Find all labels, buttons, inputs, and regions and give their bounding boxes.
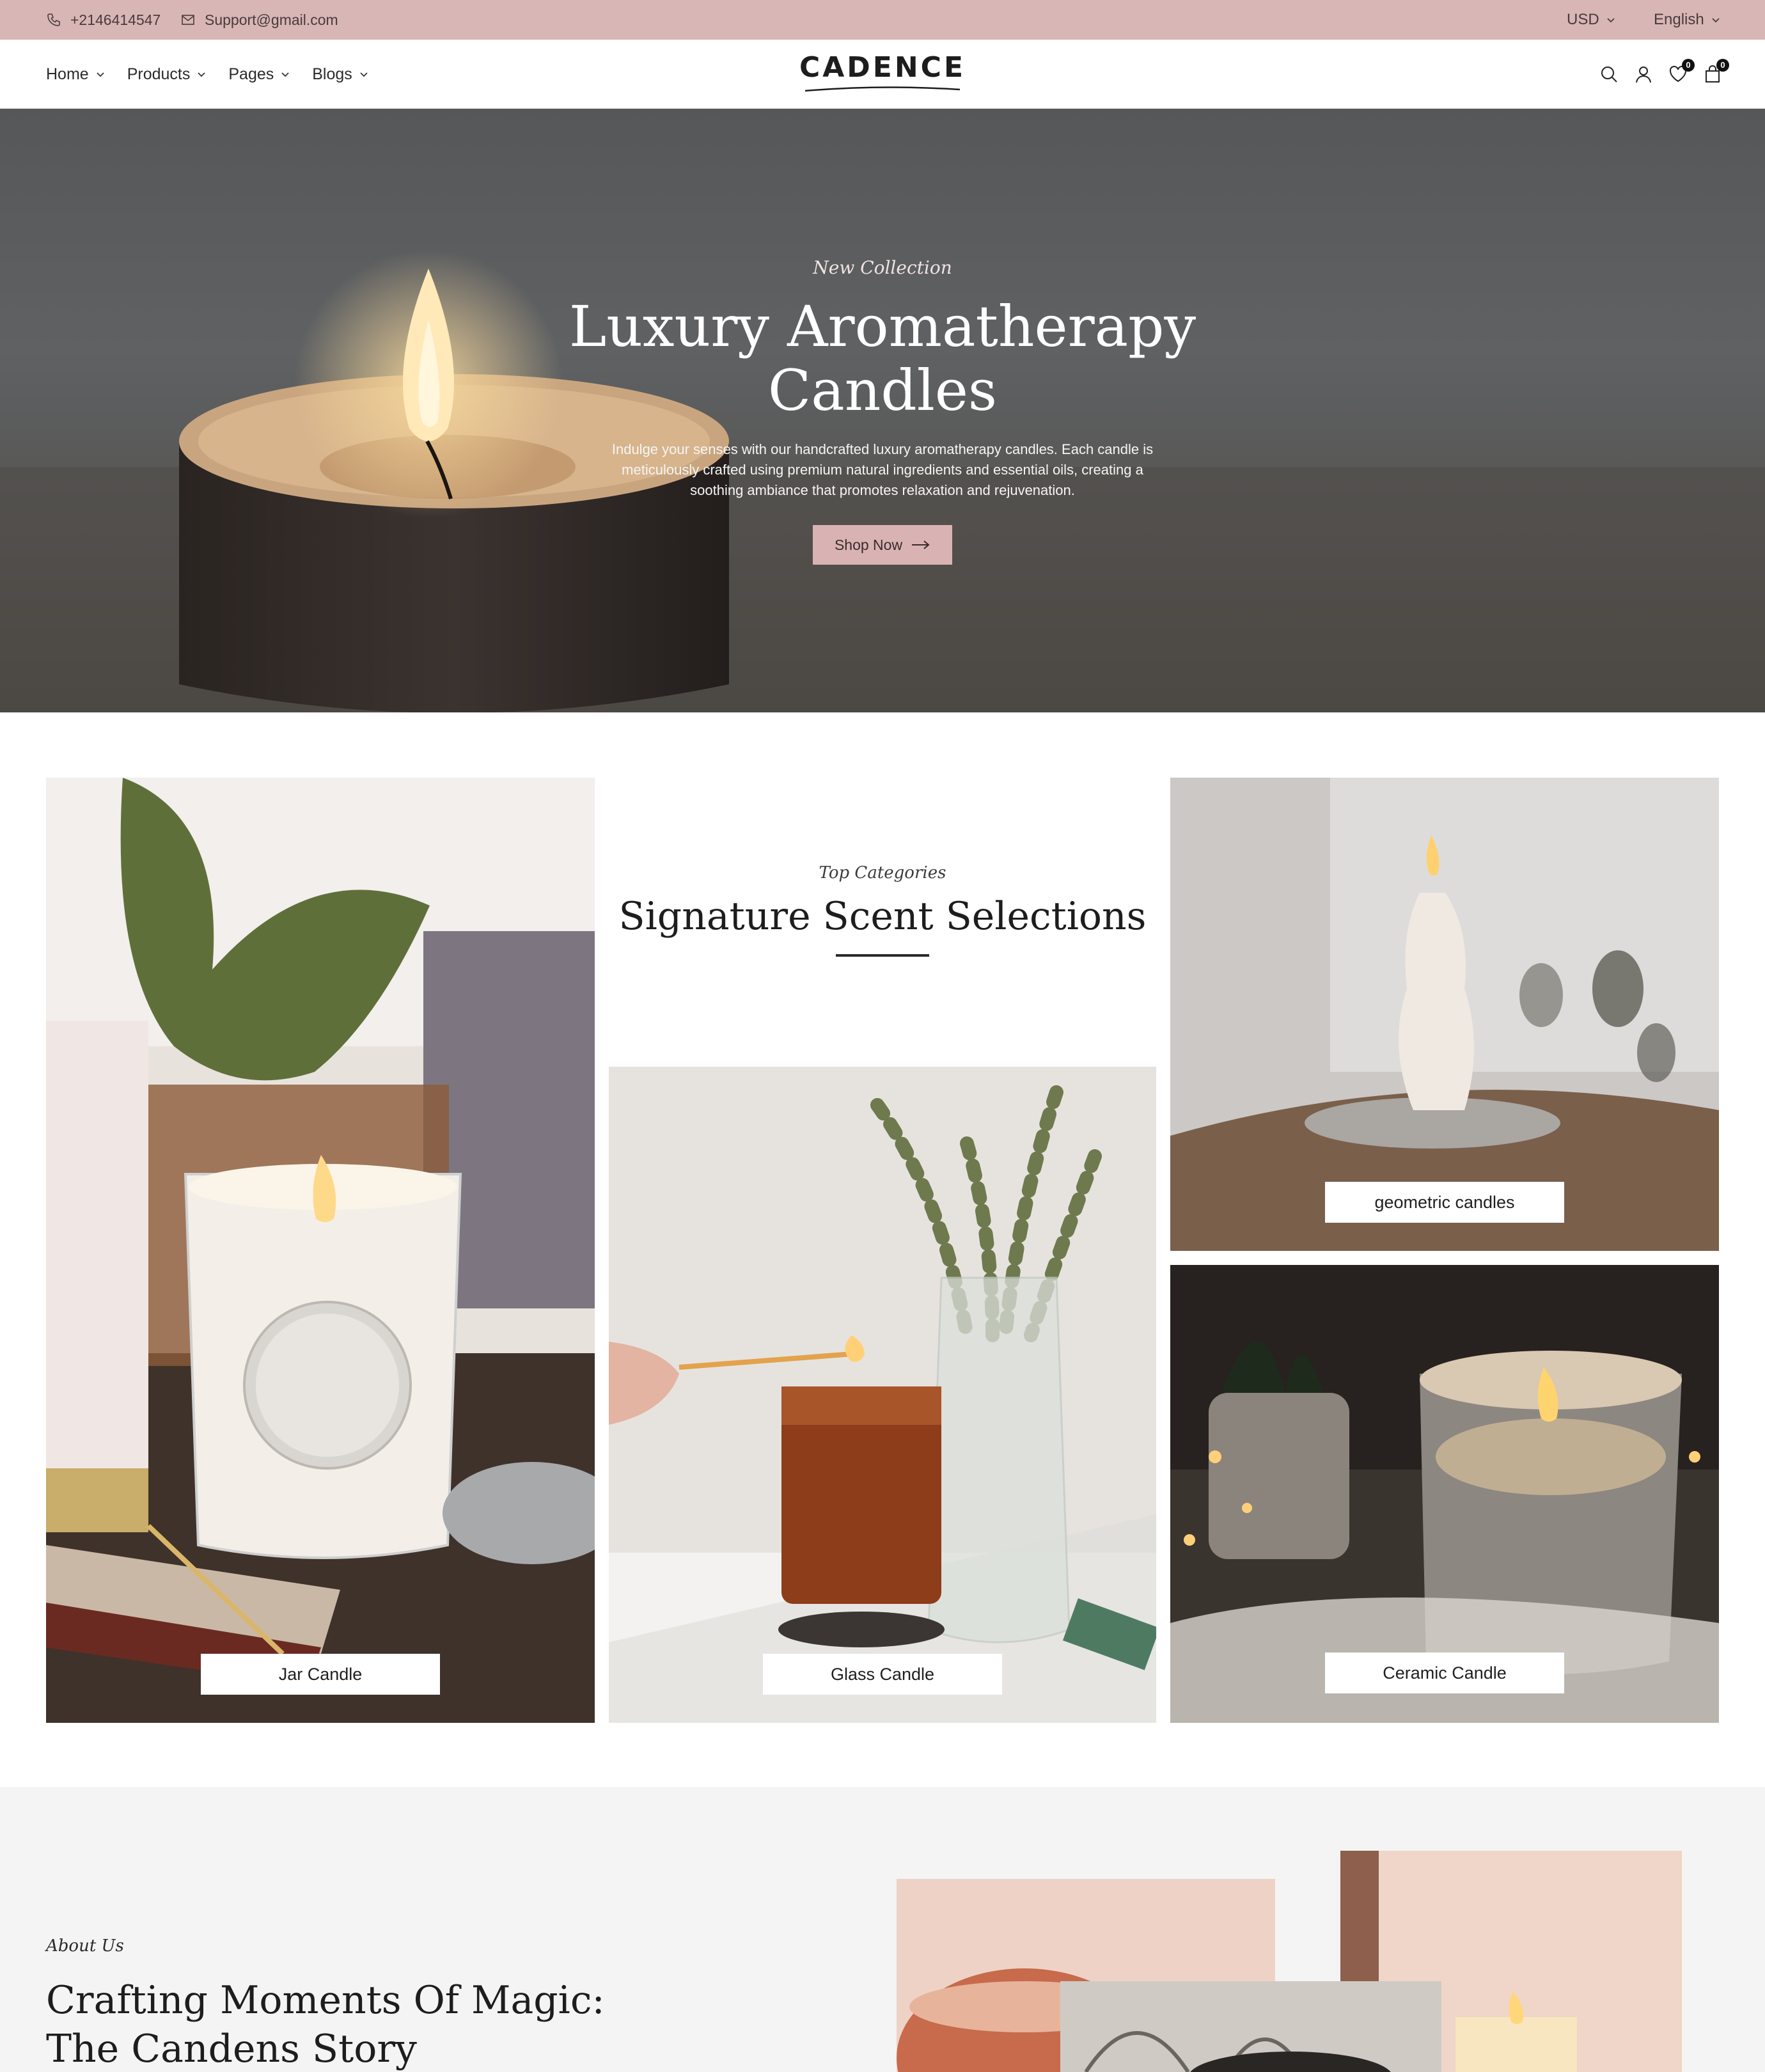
chevron-down-icon (281, 72, 289, 77)
hero-content: New Collection Luxury Aromatherapy Candl… (563, 257, 1202, 565)
currency-value: USD (1567, 11, 1599, 28)
arrow-right-icon (912, 540, 930, 549)
currency-selector[interactable]: USD (1567, 0, 1616, 40)
nav-item-products[interactable]: Products (127, 65, 207, 84)
chevron-down-icon (1712, 18, 1720, 23)
email-address: Support@gmail.com (205, 11, 338, 28)
chevron-down-icon (97, 72, 104, 77)
cart-count-badge: 0 (1716, 59, 1729, 72)
chevron-down-icon (198, 72, 205, 77)
language-selector[interactable]: English (1654, 0, 1721, 40)
nav-label: Pages (228, 65, 274, 83)
user-icon[interactable] (1633, 64, 1654, 84)
logo-text: CADENCE (799, 51, 966, 84)
phone-icon (47, 13, 60, 26)
hero-description: Indulge your senses with our handcrafted… (611, 441, 1154, 498)
geometric-candle-image (1170, 778, 1719, 1251)
nav-item-pages[interactable]: Pages (228, 65, 290, 84)
chevron-down-icon (360, 72, 368, 77)
category-card-glass-candle[interactable]: Glass Candle (609, 1067, 1156, 1723)
categories-subtitle: Top Categories (819, 863, 946, 883)
about-subtitle: About Us (46, 1936, 124, 1956)
hero-banner: New Collection Luxury Aromatherapy Candl… (0, 109, 1765, 712)
language-value: English (1654, 11, 1704, 28)
category-card-jar-candle[interactable]: Jar Candle (46, 778, 595, 1723)
glass-candle-image (609, 1067, 1156, 1723)
chevron-down-icon (1607, 18, 1615, 23)
category-label-ceramic-candle[interactable]: Ceramic Candle (1325, 1652, 1564, 1693)
shop-now-label: Shop Now (834, 536, 903, 553)
categories-heading: Top Categories Signature Scent Selection… (609, 863, 1156, 957)
mail-icon (182, 15, 194, 25)
main-nav: Home Products Pages Blogs (46, 40, 369, 109)
shop-now-button[interactable]: Shop Now (812, 525, 953, 565)
email-contact[interactable]: Support@gmail.com (180, 0, 338, 40)
jar-candle-image (46, 778, 595, 1723)
wishlist-count-badge: 0 (1682, 59, 1695, 72)
phone-number: +2146414547 (70, 11, 161, 28)
header-actions: 0 0 (1599, 40, 1729, 109)
logo-swoosh (804, 86, 961, 92)
nav-label: Products (127, 65, 191, 83)
main-header: Home Products Pages Blogs CADENCE 0 0 (0, 40, 1765, 109)
hero-subtitle: New Collection (813, 257, 952, 278)
nav-label: Blogs (312, 65, 352, 83)
hero-title-line1: Luxury Aromatherapy (569, 294, 1196, 359)
category-label-glass-candle[interactable]: Glass Candle (763, 1654, 1002, 1695)
hero-title-line2: Candles (767, 357, 998, 423)
category-label-geometric-candles[interactable]: geometric candles (1325, 1182, 1564, 1223)
hero-title: Luxury Aromatherapy Candles (563, 295, 1202, 423)
category-label-jar-candle[interactable]: Jar Candle (201, 1654, 440, 1695)
site-logo[interactable]: CADENCE (787, 51, 978, 100)
wishlist-icon[interactable]: 0 (1668, 59, 1695, 84)
top-bar: +2146414547 Support@gmail.com USD Englis… (0, 0, 1765, 40)
title-underline (836, 954, 929, 957)
nav-label: Home (46, 65, 89, 83)
phone-contact[interactable]: +2146414547 (46, 0, 161, 40)
search-icon[interactable] (1599, 64, 1619, 84)
about-title: Crafting Moments Of Magic: The Candens S… (46, 1978, 605, 2071)
category-card-ceramic-candle[interactable]: Ceramic Candle (1170, 1265, 1719, 1723)
nav-item-blogs[interactable]: Blogs (312, 65, 369, 84)
nav-item-home[interactable]: Home (46, 65, 106, 84)
about-section: About Us Crafting Moments Of Magic: The … (0, 1787, 1765, 2072)
about-image-center (1060, 1981, 1441, 2072)
categories-title: Signature Scent Selections (618, 894, 1147, 939)
cart-icon[interactable]: 0 (1702, 59, 1729, 84)
category-card-geometric-candles[interactable]: geometric candles (1170, 778, 1719, 1251)
